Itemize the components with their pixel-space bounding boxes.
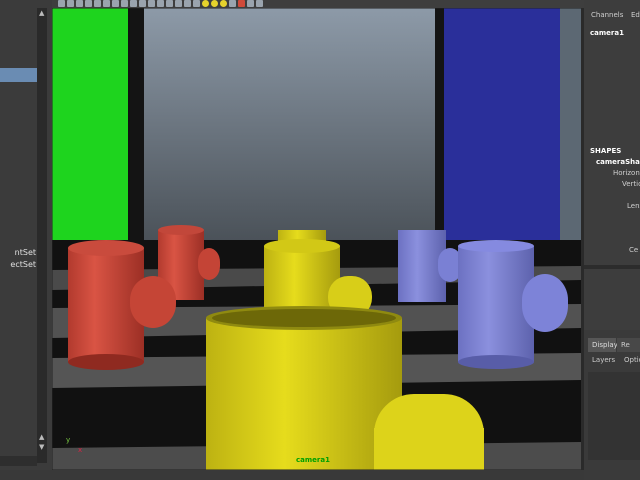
right-strip	[560, 8, 581, 240]
yellow-pipe-front	[206, 318, 402, 470]
axis-x-label: x	[78, 446, 83, 454]
time-slider[interactable]	[0, 470, 640, 480]
camera-name-hud: camera1	[296, 456, 330, 464]
attr-horizontal-film-aperture[interactable]: Horizont	[613, 169, 640, 177]
panel-splitter[interactable]	[584, 265, 640, 269]
red-pipe-back-branch	[198, 248, 220, 280]
tab-render-layers[interactable]: Re	[617, 338, 640, 352]
outliner-panel: ntSet ectSet ▲ ▲ ▼	[0, 0, 52, 480]
shapes-header: SHAPES	[590, 147, 622, 155]
depth-of-field-icon[interactable]	[247, 0, 254, 7]
wireframe-icon[interactable]	[157, 0, 164, 7]
bookmark-icon[interactable]	[76, 0, 83, 7]
outliner-item[interactable]: ntSet	[15, 248, 36, 257]
object-name[interactable]: camera1	[590, 29, 624, 37]
layer-list	[588, 372, 640, 460]
tab-edit[interactable]: Ed	[631, 11, 640, 19]
red-pipe-front-branch	[130, 276, 176, 328]
textured-icon[interactable]	[193, 0, 200, 7]
safe-action-icon[interactable]	[139, 0, 146, 7]
outliner-scrollbar[interactable]	[37, 8, 47, 463]
wireframe-on-shaded-icon[interactable]	[175, 0, 182, 7]
use-all-lights-icon[interactable]	[202, 0, 209, 7]
channel-box: Channels Ed camera1 SHAPES cameraSha Hor…	[584, 0, 640, 480]
film-gate-icon[interactable]	[103, 0, 110, 7]
attr-focal-length[interactable]: Lens	[627, 202, 640, 210]
xray-icon[interactable]	[184, 0, 191, 7]
camera-attributes-icon[interactable]	[67, 0, 74, 7]
hud-icon[interactable]	[256, 0, 263, 7]
tab-display-layers[interactable]: Display	[588, 338, 618, 352]
outliner-selected-row[interactable]	[0, 68, 37, 82]
tab-channels[interactable]: Channels	[591, 11, 623, 19]
resolution-gate-icon[interactable]	[112, 0, 119, 7]
grid-icon[interactable]	[94, 0, 101, 7]
gate-mask-icon[interactable]	[121, 0, 128, 7]
attr-center-of-interest[interactable]: Ce	[629, 246, 638, 254]
xray-joints-icon[interactable]	[238, 0, 245, 7]
blue-wall	[444, 8, 560, 248]
field-chart-icon[interactable]	[130, 0, 137, 7]
safe-title-icon[interactable]	[148, 0, 155, 7]
shape-name[interactable]: cameraSha	[596, 158, 640, 166]
3d-viewport[interactable]: y x camera1	[52, 8, 584, 470]
channel-box-tabs: Channels Ed	[584, 8, 640, 22]
viewport-toolbar	[52, 0, 590, 8]
viewport-scene	[52, 8, 581, 470]
menu-options[interactable]: Optio	[624, 356, 640, 364]
attr-vertical-film-aperture[interactable]: Vertic	[622, 180, 640, 188]
purple-pipe-front-branch	[522, 274, 568, 332]
axis-y-label: y	[66, 436, 71, 444]
green-wall	[52, 8, 128, 270]
scroll-up-icon[interactable]: ▲	[39, 10, 45, 17]
outliner-item[interactable]: ectSet	[10, 260, 36, 269]
outliner-hscroll[interactable]	[0, 456, 37, 466]
menu-layers[interactable]: Layers	[592, 356, 615, 364]
smooth-shade-icon[interactable]	[166, 0, 173, 7]
scroll-down-icon[interactable]: ▼	[39, 444, 45, 451]
background-wall	[142, 8, 442, 240]
shadows-icon[interactable]	[211, 0, 218, 7]
scroll-up-icon[interactable]: ▲	[39, 434, 45, 441]
ambient-occlusion-icon[interactable]	[220, 0, 227, 7]
isolate-select-icon[interactable]	[229, 0, 236, 7]
pillar-left	[130, 8, 144, 240]
image-plane-icon[interactable]	[85, 0, 92, 7]
select-camera-icon[interactable]	[58, 0, 65, 7]
pillar-right	[435, 8, 445, 240]
